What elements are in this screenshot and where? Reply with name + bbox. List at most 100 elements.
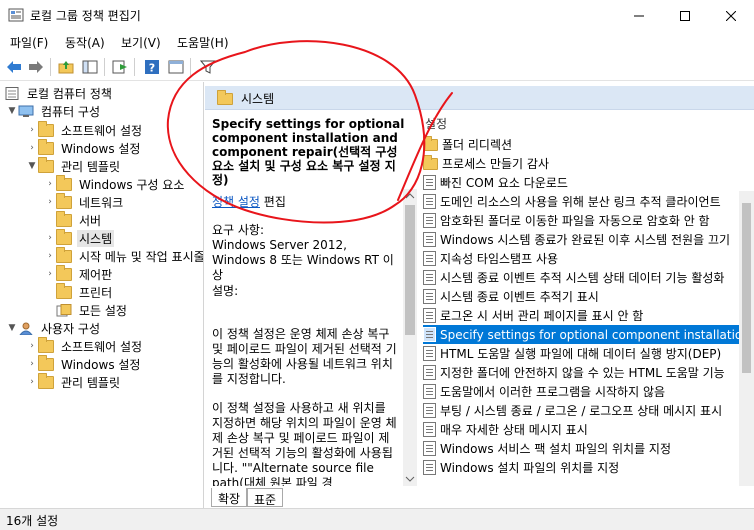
export-icon <box>112 60 127 74</box>
tree-label: Windows 구성 요소 <box>79 177 185 192</box>
tree-label: Windows 설정 <box>61 357 141 372</box>
properties-button[interactable] <box>166 57 186 77</box>
back-button[interactable] <box>4 57 24 77</box>
export-list-button[interactable] <box>110 57 130 77</box>
tree-c-windows-settings[interactable]: › Windows 설정 <box>26 138 142 157</box>
setting-row[interactable]: 시스템 종료 이벤트 추적 시스템 상태 데이터 기능 활성화 <box>423 268 753 287</box>
description-scrollbar[interactable] <box>403 189 417 486</box>
setting-label: Windows 서비스 팩 설치 파일의 위치를 지정 <box>440 442 672 456</box>
maximize-button[interactable] <box>662 0 708 31</box>
tree-label: 네트워크 <box>79 195 124 210</box>
setting-row[interactable]: Windows 설치 파일의 위치를 지정 <box>423 458 753 477</box>
scroll-down-icon[interactable] <box>403 472 417 486</box>
tree-c-admin-templates[interactable]: ▼ 관리 템플릿 <box>26 156 122 175</box>
expand-chevron-icon[interactable]: › <box>26 341 38 351</box>
title-bar: 로컬 그룹 정책 편집기 <box>0 0 754 31</box>
tree-all-settings[interactable]: 모든 설정 <box>56 301 129 319</box>
tree-c-software-settings[interactable]: › 소프트웨어 설정 <box>26 120 144 139</box>
setting-row[interactable]: Specify settings for optional component … <box>423 325 754 344</box>
setting-row[interactable]: 폴더 리디렉션 <box>423 135 753 154</box>
setting-label: 프로세스 만들기 감사 <box>442 157 549 171</box>
filter-button[interactable] <box>198 57 218 77</box>
setting-row[interactable]: 부팅 / 시스템 종료 / 로그온 / 로그오프 상태 메시지 표시 <box>423 401 753 420</box>
group-policy-app-icon <box>8 8 24 22</box>
expand-chevron-icon[interactable]: › <box>44 179 56 189</box>
list-scrollbar[interactable] <box>739 191 754 486</box>
tree-label: 관리 템플릿 <box>61 159 121 174</box>
view-tabs: 확장 표준 <box>205 486 754 508</box>
tree-u-admin-templates[interactable]: › 관리 템플릿 <box>26 372 122 391</box>
menu-help[interactable]: 도움말(H) <box>177 34 229 51</box>
collapse-chevron-icon[interactable]: ▼ <box>26 161 38 171</box>
setting-row[interactable]: 지속성 타임스탬프 사용 <box>423 249 753 268</box>
description-panel: Specify settings for optional component … <box>205 111 418 486</box>
collapse-chevron-icon[interactable]: ▼ <box>6 106 18 116</box>
expand-chevron-icon[interactable]: › <box>44 269 56 279</box>
setting-row[interactable]: 시스템 종료 이벤트 추적기 표시 <box>423 287 753 306</box>
scroll-up-icon[interactable] <box>403 189 417 203</box>
menu-view[interactable]: 보기(V) <box>121 34 161 51</box>
expand-chevron-icon[interactable]: › <box>44 233 56 243</box>
column-header-settings[interactable]: 설정 <box>425 115 447 132</box>
help-button[interactable]: ? <box>142 57 162 77</box>
console-tree-icon <box>82 60 98 74</box>
setting-label: 시스템 종료 이벤트 추적기 표시 <box>440 290 599 304</box>
tree-label: 관리 템플릿 <box>61 375 121 390</box>
setting-row[interactable]: HTML 도움말 실행 파일에 대해 데이터 실행 방지(DEP) <box>423 344 753 363</box>
policy-setting-icon <box>423 384 436 399</box>
tree-printers[interactable]: 프린터 <box>56 282 114 301</box>
expand-chevron-icon[interactable]: › <box>26 125 38 135</box>
svg-text:?: ? <box>149 62 155 75</box>
minimize-button[interactable] <box>616 0 662 31</box>
setting-row[interactable]: 지정한 폴더에 안전하지 않을 수 있는 HTML 도움말 기능 <box>423 363 753 382</box>
collapse-chevron-icon[interactable]: ▼ <box>6 323 18 333</box>
expand-chevron-icon[interactable]: › <box>26 143 38 153</box>
edit-policy-link-row: 정책 설정 편집 <box>212 193 286 210</box>
setting-row[interactable]: 도움말에서 이러한 프로그램을 시작하지 않음 <box>423 382 753 401</box>
expand-chevron-icon[interactable]: › <box>44 197 56 207</box>
tree-start-menu-taskbar[interactable]: › 시작 메뉴 및 작업 표시줄 <box>44 246 203 265</box>
tree-windows-components[interactable]: › Windows 구성 요소 <box>44 174 186 193</box>
tab-standard[interactable]: 표준 <box>247 488 284 507</box>
tree-label: 컴퓨터 구성 <box>41 104 101 119</box>
setting-row[interactable]: Windows 서비스 팩 설치 파일의 위치를 지정 <box>423 439 753 458</box>
expand-chevron-icon[interactable]: › <box>44 251 56 261</box>
tree-system[interactable]: › 시스템 <box>44 228 115 247</box>
folder-icon <box>38 372 54 389</box>
setting-row[interactable]: 프로세스 만들기 감사 <box>423 154 753 173</box>
tree-network[interactable]: › 네트워크 <box>44 192 125 211</box>
setting-row[interactable]: 도메인 리소스의 사용을 위해 분산 링크 추적 클라이언트 <box>423 192 753 211</box>
forward-button[interactable] <box>26 57 46 77</box>
list-scroll-thumb[interactable] <box>742 203 751 373</box>
expand-chevron-icon[interactable]: › <box>26 377 38 387</box>
policy-setting-icon <box>423 308 436 323</box>
tree-server[interactable]: 서버 <box>56 210 103 229</box>
tree-label: 서버 <box>79 213 102 228</box>
menu-file[interactable]: 파일(F) <box>10 34 48 51</box>
setting-row[interactable]: 암호화된 폴더로 이동한 파일을 자동으로 암호화 안 함 <box>423 211 753 230</box>
tree-user-config[interactable]: ▼ 사용자 구성 <box>6 319 102 337</box>
tree-u-windows-settings[interactable]: › Windows 설정 <box>26 354 142 373</box>
properties-icon <box>168 60 184 74</box>
toolbar: ? <box>0 54 754 81</box>
tree-label: 소프트웨어 설정 <box>61 339 143 354</box>
menu-action[interactable]: 동작(A) <box>65 34 105 51</box>
setting-row[interactable]: 매우 자세한 상태 메시지 표시 <box>423 420 753 439</box>
setting-row[interactable]: 빠진 COM 요소 다운로드 <box>423 173 753 192</box>
tree-computer-config[interactable]: ▼ 컴퓨터 구성 <box>6 102 102 120</box>
show-hide-tree-button[interactable] <box>80 57 100 77</box>
tab-extended[interactable]: 확장 <box>211 488 248 507</box>
policy-settings-link[interactable]: 정책 설정 <box>212 195 260 209</box>
tree-local-computer-policy[interactable]: 로컬 컴퓨터 정책 <box>4 84 114 102</box>
policy-setting-icon <box>423 365 436 380</box>
setting-row[interactable]: Windows 시스템 종료가 완료된 이후 시스템 전원을 끄기 <box>423 230 753 249</box>
tree-u-software-settings[interactable]: › 소프트웨어 설정 <box>26 336 144 355</box>
description-scroll-thumb[interactable] <box>405 205 415 335</box>
folder-icon <box>423 154 438 170</box>
policy-setting-icon <box>423 327 436 342</box>
close-button[interactable] <box>708 0 754 31</box>
expand-chevron-icon[interactable]: › <box>26 359 38 369</box>
up-folder-button[interactable] <box>56 57 76 77</box>
setting-row[interactable]: 로그온 시 서버 관리 페이지를 표시 안 함 <box>423 306 753 325</box>
tree-control-panel[interactable]: › 제어판 <box>44 264 114 283</box>
